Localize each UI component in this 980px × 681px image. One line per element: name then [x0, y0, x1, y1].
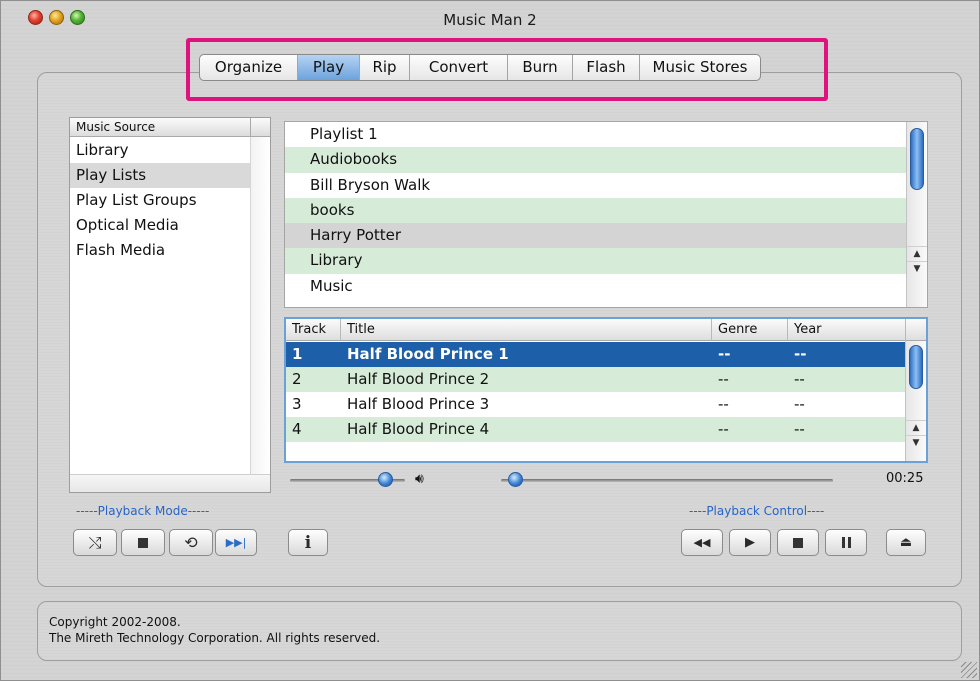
skip-next-button[interactable]: ▶▶|: [215, 529, 257, 556]
source-item-flash-media[interactable]: Flash Media: [70, 238, 250, 263]
list-item-selected[interactable]: Harry Potter: [285, 223, 907, 249]
info-icon: i: [304, 532, 312, 553]
track-genre: --: [718, 370, 729, 388]
table-row[interactable]: 4 Half Blood Prince 4 -- --: [286, 417, 905, 442]
source-vertical-scrollbar[interactable]: [250, 137, 270, 475]
column-header-spacer: [250, 118, 270, 137]
playback-mode-label: -----Playback Mode-----: [76, 504, 210, 518]
source-item-optical-media[interactable]: Optical Media: [70, 213, 250, 238]
speaker-icon[interactable]: 🔊︎: [415, 471, 424, 487]
shuffle-icon: ⤭: [88, 532, 102, 552]
track-table: Track Title Genre Year 1 Half Blood Prin…: [284, 317, 928, 463]
playlist-scroll-thumb[interactable]: [910, 128, 924, 190]
column-header-title[interactable]: Title: [341, 319, 712, 341]
skip-next-icon: ▶▶|: [225, 536, 247, 549]
track-number: 3: [292, 395, 302, 413]
tab-bar: Organize Play Rip Convert Burn Flash Mus…: [199, 54, 761, 81]
eject-button[interactable]: ⏏︎: [886, 529, 926, 556]
tab-music-stores[interactable]: Music Stores: [640, 55, 760, 80]
column-header-track[interactable]: Track: [286, 319, 341, 341]
resize-grip[interactable]: [961, 662, 977, 678]
title-bar: Music Man 2: [1, 1, 979, 35]
scroll-up-arrow-icon[interactable]: ▲: [907, 246, 927, 261]
play-button[interactable]: ▶: [729, 529, 771, 556]
track-title: Half Blood Prince 3: [347, 395, 490, 413]
list-item[interactable]: Library: [285, 248, 907, 274]
track-year: --: [794, 345, 807, 363]
music-source-panel: Music Source Library Play Lists Play Lis…: [69, 117, 271, 493]
scroll-down-arrow-icon[interactable]: ▼: [907, 261, 927, 276]
tab-organize[interactable]: Organize: [200, 55, 298, 80]
table-row[interactable]: 2 Half Blood Prince 2 -- --: [286, 367, 905, 392]
shuffle-button[interactable]: ⤭: [73, 529, 117, 556]
scroll-down-arrow-icon[interactable]: ▼: [906, 435, 926, 450]
position-slider[interactable]: [501, 479, 833, 482]
tab-rip[interactable]: Rip: [360, 55, 410, 80]
rewind-button[interactable]: ◀◀: [681, 529, 723, 556]
list-item[interactable]: Playlist 1: [285, 122, 907, 147]
track-genre: --: [718, 420, 729, 438]
music-source-list: Library Play Lists Play List Groups Opti…: [70, 138, 250, 263]
copyright-line-2: The Mireth Technology Corporation. All r…: [49, 631, 381, 645]
track-title: Half Blood Prince 2: [347, 370, 490, 388]
track-scroll-thumb[interactable]: [909, 345, 923, 389]
track-number: 1: [292, 345, 303, 363]
list-item[interactable]: Music: [285, 274, 907, 299]
column-header-year[interactable]: Year: [788, 319, 906, 341]
eject-icon: ⏏︎: [899, 535, 913, 550]
playlist-list: Playlist 1 Audiobooks Bill Bryson Walk b…: [284, 121, 928, 308]
track-number: 2: [292, 370, 302, 388]
list-item[interactable]: Bill Bryson Walk: [285, 173, 907, 198]
tab-play[interactable]: Play: [298, 55, 360, 80]
column-header-genre[interactable]: Genre: [712, 319, 788, 341]
stop-mode-button[interactable]: [121, 529, 165, 556]
repeat-button[interactable]: ⟲: [169, 529, 213, 556]
elapsed-time: 00:25: [886, 471, 924, 486]
tab-flash[interactable]: Flash: [573, 55, 640, 80]
copyright-line-1: Copyright 2002-2008.: [49, 615, 181, 629]
playlist-scrollbar[interactable]: ▲ ▼: [906, 122, 927, 307]
track-title: Half Blood Prince 4: [347, 420, 490, 438]
track-number: 4: [292, 420, 302, 438]
stop-icon: [793, 537, 803, 548]
app-window: Music Man 2 Organize Play Rip Convert Bu…: [0, 0, 980, 681]
list-item[interactable]: Audiobooks: [285, 147, 907, 173]
source-item-library[interactable]: Library: [70, 138, 250, 163]
position-slider-knob[interactable]: [507, 472, 523, 487]
table-row[interactable]: 3 Half Blood Prince 3 -- --: [286, 392, 905, 417]
rewind-icon: ◀◀: [693, 536, 711, 549]
track-year: --: [794, 420, 805, 438]
pause-button[interactable]: [825, 529, 867, 556]
tab-convert[interactable]: Convert: [410, 55, 508, 80]
source-item-play-lists[interactable]: Play Lists: [70, 163, 250, 188]
track-title: Half Blood Prince 1: [347, 345, 509, 363]
stop-button[interactable]: [777, 529, 819, 556]
source-horizontal-scrollbar[interactable]: [70, 474, 270, 492]
info-button[interactable]: i: [288, 529, 328, 556]
play-icon: ▶: [745, 535, 755, 550]
track-genre: --: [718, 395, 729, 413]
scroll-up-arrow-icon[interactable]: ▲: [906, 420, 926, 435]
music-source-header[interactable]: Music Source: [70, 118, 252, 137]
stop-icon: [138, 537, 148, 548]
table-row-selected[interactable]: 1 Half Blood Prince 1 -- --: [286, 342, 905, 367]
track-year: --: [794, 370, 805, 388]
track-year: --: [794, 395, 805, 413]
source-item-play-list-groups[interactable]: Play List Groups: [70, 188, 250, 213]
track-genre: --: [718, 345, 731, 363]
track-table-header: Track Title Genre Year: [286, 319, 926, 341]
pause-icon: [841, 537, 851, 548]
tab-burn[interactable]: Burn: [508, 55, 573, 80]
list-item[interactable]: books: [285, 197, 907, 224]
playback-control-label: ----Playback Control----: [689, 504, 825, 518]
repeat-icon: ⟲: [184, 533, 198, 552]
window-title: Music Man 2: [443, 11, 537, 29]
track-scrollbar[interactable]: ▲ ▼: [905, 341, 926, 461]
